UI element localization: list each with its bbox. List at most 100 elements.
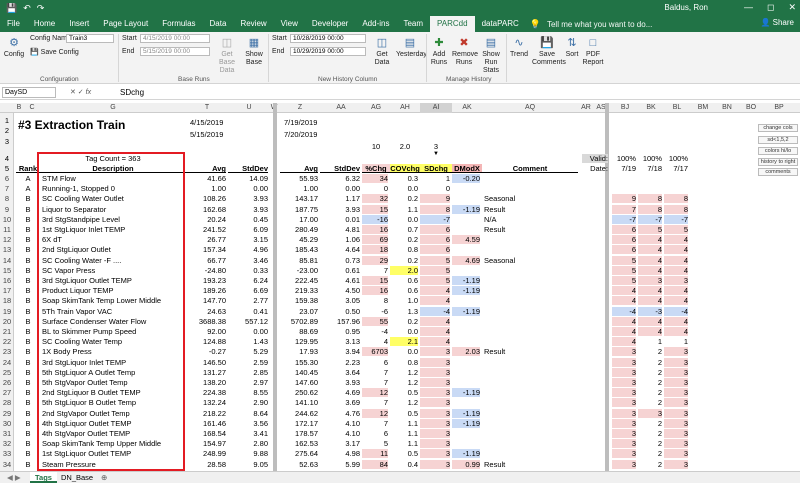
avg-cell[interactable]: 131.27 (186, 368, 226, 377)
avg-new-cell[interactable]: 159.38 (280, 296, 318, 305)
tab-team[interactable]: Team (396, 16, 430, 32)
dmodx-cell[interactable]: -1.19 (452, 204, 480, 214)
stddev-cell[interactable]: 8.55 (228, 388, 268, 397)
column-header[interactable]: C (24, 103, 40, 113)
tell-me-box[interactable]: Tell me what you want to do... (547, 20, 652, 29)
avg-new-cell[interactable]: 219.33 (280, 286, 318, 295)
covchg-cell[interactable]: 1.2 (390, 398, 418, 407)
stddev-new-cell[interactable]: 2.23 (320, 358, 360, 367)
covchg-cell[interactable]: 1.1 (390, 205, 418, 214)
covchg-cell[interactable]: 0.7 (390, 225, 418, 234)
avg-cell[interactable]: 224.38 (186, 388, 226, 397)
pchg-cell[interactable]: 29 (362, 255, 388, 265)
comment-cell[interactable] (484, 378, 578, 387)
avg-cell[interactable]: 248.99 (186, 449, 226, 458)
avg-new-cell[interactable]: 147.60 (280, 378, 318, 387)
sheet-title[interactable]: #3 Extraction Train (18, 118, 125, 132)
avg-new-cell[interactable]: 55.93 (280, 174, 318, 183)
dmodx-cell[interactable] (452, 225, 480, 234)
history-cell[interactable]: 9 (612, 194, 636, 204)
comment-cell[interactable] (484, 409, 578, 418)
pchg-cell[interactable]: 0 (362, 184, 388, 193)
avg-new-cell[interactable]: 85.81 (280, 256, 318, 265)
history-cell[interactable]: 4 (664, 255, 688, 265)
row-number[interactable]: 14 (0, 256, 14, 265)
covchg-cell[interactable]: 1.3 (390, 307, 418, 316)
pchg-cell[interactable]: 55 (362, 316, 388, 326)
tab-view[interactable]: View (274, 16, 305, 32)
row-number[interactable]: 12 (0, 235, 14, 244)
history-cell[interactable]: 4 (638, 327, 662, 336)
history-cell[interactable]: 4 (664, 296, 688, 306)
comment-cell[interactable]: Result (484, 347, 578, 356)
stddev-cell[interactable]: 557.12 (228, 317, 268, 326)
stddev-new-cell[interactable]: 0.50 (320, 307, 360, 316)
column-header[interactable]: AQ (482, 103, 578, 113)
new-start-date[interactable]: 7/19/2019 (284, 118, 317, 127)
history-cell[interactable]: 4 (638, 245, 662, 255)
comment-cell[interactable] (484, 439, 578, 448)
stddev-new-cell[interactable]: 0.61 (320, 266, 360, 275)
column-header[interactable]: BL (664, 103, 690, 113)
column-header-selected[interactable]: AI (420, 103, 452, 113)
history-cell[interactable]: 4 (612, 296, 636, 306)
column-header[interactable]: BJ (612, 103, 638, 113)
avg-new-cell[interactable]: -23.00 (280, 266, 318, 275)
covchg-cell[interactable]: 0.4 (390, 460, 418, 469)
history-cell[interactable]: 4 (638, 265, 662, 275)
sdchg-cell[interactable]: 4 (420, 316, 450, 326)
valid-pct[interactable]: 100% (638, 154, 662, 163)
tab-parcdd[interactable]: PARCdd (430, 16, 475, 32)
sdchg-cell[interactable]: 8 (420, 204, 450, 214)
sdchg-cell[interactable]: 9 (420, 194, 450, 204)
avg-new-cell[interactable]: 244.62 (280, 409, 318, 418)
dmodx-cell[interactable] (452, 398, 480, 407)
tab-dataparc[interactable]: dataPARC (475, 16, 526, 32)
pchg-cell[interactable]: 7 (362, 419, 388, 428)
history-cell[interactable]: 3 (664, 429, 688, 438)
column-header[interactable]: BK (638, 103, 664, 113)
stddev-new-cell[interactable]: 4.10 (320, 419, 360, 428)
fx-icon[interactable]: ✕ ✓ fx (70, 88, 91, 96)
row-number[interactable]: 3 (0, 137, 14, 146)
tab-insert[interactable]: Insert (62, 16, 96, 32)
history-cell[interactable]: 2 (638, 398, 662, 407)
avg-cell[interactable]: -24.80 (186, 266, 226, 275)
stddev-new-cell[interactable]: 4.10 (320, 429, 360, 438)
row-number[interactable]: 13 (0, 245, 14, 254)
dmodx-cell[interactable]: -1.19 (452, 276, 480, 285)
dmodx-cell[interactable]: -1.19 (452, 286, 480, 296)
stddev-cell[interactable]: 5.29 (228, 347, 268, 356)
avg-new-cell[interactable]: 275.64 (280, 449, 318, 458)
header-avg-new[interactable]: Avg (280, 164, 318, 173)
row-number[interactable]: 28 (0, 398, 14, 407)
covchg-cell[interactable]: 1.1 (390, 429, 418, 438)
history-cell[interactable]: 1 (664, 337, 688, 346)
stddev-new-cell[interactable]: 3.17 (320, 439, 360, 448)
stddev-new-cell[interactable]: 1.17 (320, 194, 360, 203)
pchg-cell[interactable]: -4 (362, 327, 388, 336)
valid-pct[interactable]: 100% (612, 154, 636, 163)
trend-button[interactable]: ∿ Trend (508, 36, 530, 59)
column-header[interactable]: AG (362, 103, 390, 113)
stddev-cell[interactable]: 9.05 (228, 460, 268, 469)
stddev-new-cell[interactable]: 5.99 (320, 460, 360, 469)
avg-new-cell[interactable]: 1.00 (280, 184, 318, 193)
avg-cell[interactable]: 161.46 (186, 419, 226, 428)
base-end-field[interactable]: 5/15/2019 00:00 (140, 47, 210, 56)
avg-cell[interactable]: 154.97 (186, 439, 226, 448)
colors-hilo-button[interactable]: colors hi/lo (758, 147, 798, 155)
avg-new-cell[interactable]: 17.93 (280, 347, 318, 356)
history-cell[interactable]: 4 (664, 316, 688, 326)
add-runs-button[interactable]: ✚ Add Runs (428, 36, 450, 67)
dmodx-cell[interactable] (452, 337, 480, 346)
valid-pct[interactable]: 100% (664, 154, 688, 163)
tab-file[interactable]: File (0, 16, 27, 32)
header-dmodx[interactable]: DModX (452, 164, 482, 173)
avg-new-cell[interactable]: 280.49 (280, 225, 318, 234)
stddev-cell[interactable]: 1.43 (228, 337, 268, 346)
add-sheet-icon[interactable]: ⊕ (96, 472, 112, 483)
base-end-date[interactable]: 5/15/2019 (190, 130, 223, 139)
history-cell[interactable]: 3 (664, 367, 688, 377)
pchg-cell[interactable]: 15 (362, 276, 388, 285)
